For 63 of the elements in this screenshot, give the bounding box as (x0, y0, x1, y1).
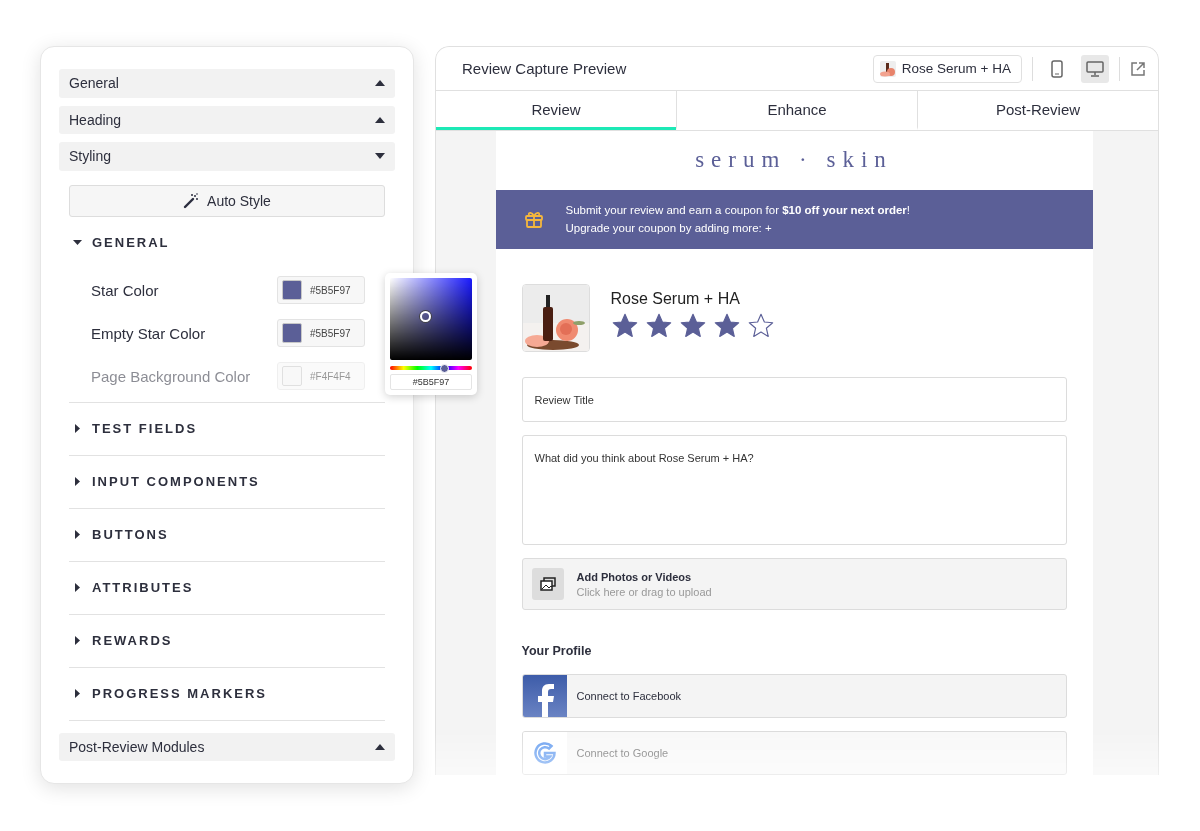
upload-area[interactable]: Add Photos or Videos Click here or drag to upload (521, 558, 1067, 610)
section-header[interactable]: Post-Review Modules (59, 732, 395, 761)
group-header[interactable]: BUTTONS (69, 508, 385, 561)
caret-icon (375, 116, 385, 123)
saturation-area[interactable] (390, 278, 472, 361)
caret-icon (375, 153, 385, 160)
color-label: Star Color (91, 281, 159, 299)
star-icon (610, 312, 639, 340)
picker-handle[interactable] (420, 311, 431, 322)
panel-title: Review Capture Preview (462, 60, 627, 77)
upload-hint: Click here or drag to upload (576, 585, 712, 598)
hue-slider[interactable] (390, 366, 472, 370)
product-name: Rose Serum + HA (610, 290, 741, 308)
star-icon (746, 312, 775, 340)
color-field[interactable]: #5B5F97 (277, 319, 365, 347)
auto-style-button[interactable]: Auto Style (69, 184, 385, 217)
facebook-icon (522, 675, 567, 717)
caret-icon (73, 424, 82, 433)
phone-icon (1051, 59, 1063, 78)
section-header[interactable]: General (59, 69, 395, 98)
slider-thumb[interactable] (440, 364, 450, 374)
monitor-icon (1086, 60, 1104, 77)
star-rating[interactable] (610, 312, 775, 340)
group-header[interactable]: REWARDS (69, 614, 385, 667)
section-header[interactable]: Heading (59, 105, 395, 134)
review-title-field[interactable]: Review Title (521, 377, 1067, 422)
caret-icon (375, 80, 385, 87)
star-icon (644, 312, 673, 340)
caret-icon (375, 743, 385, 750)
color-field[interactable]: #5B5F97 (277, 276, 365, 304)
group-header[interactable]: ATTRIBUTES (69, 561, 385, 614)
banner-text: Submit your review and earn a coupon for $10 off your next order! (565, 204, 911, 217)
caret-icon (73, 238, 82, 247)
google-icon (533, 742, 556, 764)
tab[interactable]: Post-Review (917, 91, 1158, 130)
group-header[interactable]: GENERAL (69, 216, 385, 269)
photos-icon (539, 577, 556, 591)
caret-icon (73, 530, 82, 539)
desktop-view-button[interactable] (1081, 54, 1109, 83)
gift-icon (523, 209, 544, 230)
caret-icon (73, 477, 82, 486)
magic-wand-icon (183, 192, 200, 209)
tab[interactable]: Enhance (676, 91, 917, 130)
color-label: Empty Star Color (91, 324, 206, 342)
caret-icon (73, 689, 82, 698)
banner-text: Upgrade your coupon by adding more: + (565, 222, 773, 235)
section-heading: Your Profile (521, 644, 593, 658)
group-header[interactable]: TEST FIELDS (69, 402, 385, 455)
caret-icon (73, 636, 82, 645)
group-header[interactable]: PROGRESS MARKERS (69, 667, 385, 720)
caret-icon (73, 583, 82, 592)
upload-title: Add Photos or Videos (576, 570, 693, 583)
product-selector[interactable]: Rose Serum + HA (872, 54, 1022, 83)
section-header[interactable]: Styling (59, 142, 395, 171)
star-icon (678, 312, 707, 340)
hex-field[interactable]: #5B5F97 (390, 374, 472, 390)
group-header[interactable]: INPUT COMPONENTS (69, 455, 385, 508)
color-label: Page Background Color (91, 367, 251, 385)
facebook-button[interactable]: Connect to Facebook (521, 674, 1067, 718)
star-icon (712, 312, 741, 340)
external-link-icon[interactable] (1130, 60, 1146, 77)
brand-logo: serum · skin (694, 146, 894, 175)
review-text-field[interactable]: What did you think about Rose Serum + HA? (521, 435, 1067, 545)
